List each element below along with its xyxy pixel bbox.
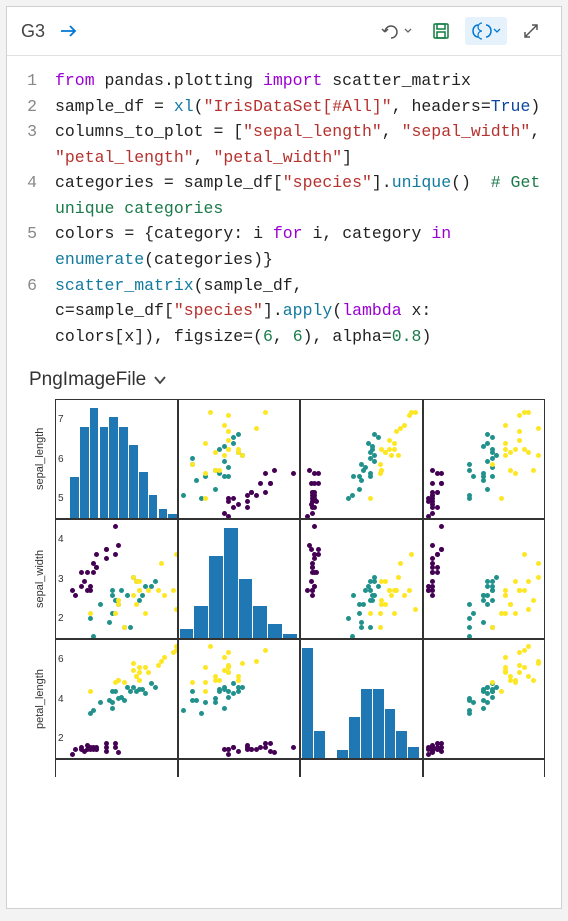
matrix-cell: 432: [55, 519, 178, 639]
matrix-cell: [423, 519, 546, 639]
code-line[interactable]: 2sample_df = xl("IrisDataSet[#All]", hea…: [7, 94, 561, 120]
code-content[interactable]: colors = {category: i for i, category in…: [55, 221, 561, 272]
axis-label-y-partial: [25, 759, 55, 777]
matrix-cell: 765: [55, 399, 178, 519]
matrix-cell-partial: [423, 759, 546, 777]
code-line[interactable]: 4categories = sample_df["species"].uniqu…: [7, 170, 561, 221]
cell-reference: G3: [21, 21, 45, 42]
matrix-cell-partial: [300, 759, 423, 777]
code-content[interactable]: sample_df = xl("IrisDataSet[#All]", head…: [55, 94, 561, 120]
matrix-cell: 642: [55, 639, 178, 759]
matrix-cell: [300, 519, 423, 639]
scatter-matrix: sepal_length765sepal_width432petal_lengt…: [25, 399, 545, 789]
formula-editor-panel: G3 1from pandas.plotting import scatter_…: [6, 6, 562, 909]
code-line[interactable]: 3columns_to_plot = ["sepal_length", "sep…: [7, 119, 561, 170]
undo-button[interactable]: [375, 17, 417, 45]
matrix-cell: [178, 639, 301, 759]
code-content[interactable]: categories = sample_df["species"].unique…: [55, 170, 561, 221]
code-line[interactable]: 1from pandas.plotting import scatter_mat…: [7, 68, 561, 94]
code-line[interactable]: 5colors = {category: i for i, category i…: [7, 221, 561, 272]
expand-button[interactable]: [515, 17, 547, 45]
y-ticks: 642: [58, 640, 64, 758]
line-number: 6: [7, 273, 55, 350]
matrix-cell: [423, 399, 546, 519]
code-content[interactable]: scatter_matrix(sample_df, c=sample_df["s…: [55, 273, 561, 350]
line-number: 2: [7, 94, 55, 120]
y-ticks: 432: [58, 520, 64, 638]
line-number: 1: [7, 68, 55, 94]
axis-label-y: sepal_width: [25, 519, 55, 639]
line-number: 5: [7, 221, 55, 272]
y-ticks: 765: [58, 400, 64, 518]
axis-label-y: petal_length: [25, 639, 55, 759]
line-number: 4: [7, 170, 55, 221]
code-editor[interactable]: 1from pandas.plotting import scatter_mat…: [7, 56, 561, 361]
code-content[interactable]: columns_to_plot = ["sepal_length", "sepa…: [55, 119, 561, 170]
editor-header: G3: [7, 7, 561, 56]
matrix-cell: [178, 519, 301, 639]
plot-output: sepal_length765sepal_width432petal_lengt…: [7, 395, 561, 793]
axis-label-y: sepal_length: [25, 399, 55, 519]
matrix-cell: [300, 399, 423, 519]
matrix-cell: [178, 399, 301, 519]
save-button[interactable]: [425, 17, 457, 45]
matrix-cell: [300, 639, 423, 759]
line-number: 3: [7, 119, 55, 170]
code-line[interactable]: 6scatter_matrix(sample_df, c=sample_df["…: [7, 273, 561, 350]
chevron-down-icon: [152, 374, 168, 386]
output-type-label[interactable]: PngImageFile: [7, 361, 561, 395]
arrow-right-icon[interactable]: [59, 23, 79, 39]
matrix-cell-partial: [55, 759, 178, 777]
matrix-cell-partial: [178, 759, 301, 777]
insert-reference-button[interactable]: [465, 17, 507, 45]
output-type-text: PngImageFile: [29, 369, 146, 391]
matrix-cell: [423, 639, 546, 759]
code-content[interactable]: from pandas.plotting import scatter_matr…: [55, 68, 561, 94]
